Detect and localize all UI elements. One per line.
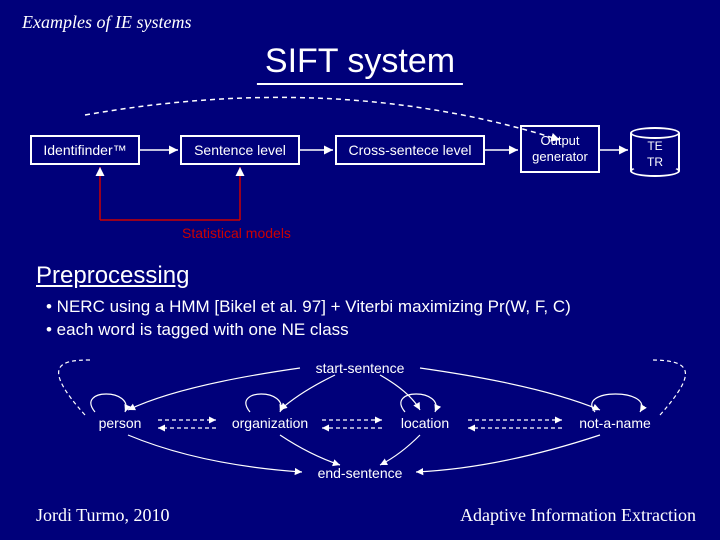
hmm-diagram: start-sentence person organization locat…	[0, 350, 720, 500]
section-header: Examples of IE systems	[22, 12, 191, 33]
slide-title: SIFT system	[257, 42, 463, 85]
box-identifinder: Identifinder™	[30, 135, 140, 165]
preprocessing-heading: Preprocessing	[36, 262, 189, 290]
pipeline-arrows	[0, 95, 720, 235]
box-sentence-level: Sentence level	[180, 135, 300, 165]
hmm-organization: organization	[220, 415, 320, 431]
footer-course: Adaptive Information Extraction	[460, 505, 696, 526]
footer-author: Jordi Turmo, 2010	[36, 505, 170, 526]
hmm-person: person	[85, 415, 155, 431]
hmm-end: end-sentence	[305, 465, 415, 481]
hmm-not-a-name: not-a-name	[565, 415, 665, 431]
db-line2: TR	[647, 155, 663, 169]
box-output-generator: Output generator	[520, 125, 600, 173]
statistical-models-label: Statistical models	[182, 225, 291, 241]
box-cross-sentence-level: Cross-sentece level	[335, 135, 485, 165]
pipeline-diagram: Identifinder™ Sentence level Cross-sente…	[0, 135, 720, 235]
db-cylinder: TE TR	[630, 127, 680, 177]
bullet-list: • NERC using a HMM [Bikel et al. 97] + V…	[46, 296, 571, 342]
bullet-1: • NERC using a HMM [Bikel et al. 97] + V…	[46, 296, 571, 319]
db-line1: TE	[647, 139, 662, 153]
bullet-2: • each word is tagged with one NE class	[46, 319, 571, 342]
hmm-location: location	[385, 415, 465, 431]
hmm-start: start-sentence	[300, 360, 420, 376]
